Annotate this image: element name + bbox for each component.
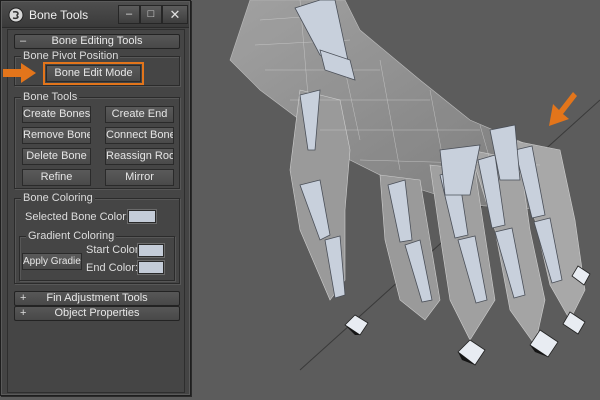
group-gradient-coloring: Gradient Coloring Apply Gradient Start C… xyxy=(19,230,175,281)
arrow-right-icon xyxy=(3,63,36,83)
window-titlebar[interactable]: Bone Tools – □ ✕ xyxy=(2,2,189,28)
start-color-swatch[interactable] xyxy=(138,244,164,257)
group-bone-coloring: Bone Coloring Selected Bone Color: Gradi… xyxy=(14,192,180,284)
rollout-header-bone-editing[interactable]: – Bone Editing Tools xyxy=(14,34,180,49)
end-color-swatch[interactable] xyxy=(138,261,164,274)
reassign-root-button[interactable]: Reassign Root xyxy=(105,148,174,165)
delete-bone-button[interactable]: Delete Bone xyxy=(22,148,91,165)
group-label: Bone Coloring xyxy=(21,192,95,204)
rollout-title: Bone Editing Tools xyxy=(51,35,143,47)
bone-tools-window[interactable]: Bone Tools – □ ✕ – Bone Editing Tools Bo… xyxy=(0,0,191,396)
create-end-button[interactable]: Create End xyxy=(105,106,174,123)
group-bone-pivot-position: Bone Pivot Position Bone Edit Mode xyxy=(14,50,180,86)
selected-bone-color-swatch[interactable] xyxy=(128,210,156,223)
app-logo-icon xyxy=(8,7,24,23)
create-bones-button[interactable]: Create Bones xyxy=(22,106,91,123)
arrow-right-shape xyxy=(3,63,36,83)
remove-bone-button[interactable]: Remove Bone xyxy=(22,127,91,144)
group-label: Gradient Coloring xyxy=(26,230,117,242)
arrow-down-left-icon xyxy=(549,92,577,126)
rollout-title: Fin Adjustment Tools xyxy=(46,292,148,304)
group-label: Bone Tools xyxy=(21,91,80,103)
rollout-header-object-properties[interactable]: + Object Properties xyxy=(14,306,180,321)
mirror-button[interactable]: Mirror xyxy=(105,169,174,186)
apply-gradient-button[interactable]: Apply Gradient xyxy=(22,253,82,270)
connect-bones-button[interactable]: Connect Bones xyxy=(105,127,174,144)
selected-bone-color-label: Selected Bone Color: xyxy=(25,211,129,223)
group-label: Bone Pivot Position xyxy=(21,50,121,62)
refine-button[interactable]: Refine xyxy=(22,169,91,186)
close-button[interactable]: ✕ xyxy=(162,5,188,24)
bone-edit-mode-button[interactable]: Bone Edit Mode xyxy=(43,62,144,85)
window-title: Bone Tools xyxy=(29,8,89,22)
arrow-down-left-shape xyxy=(549,92,577,126)
end-color-label: End Color: xyxy=(86,262,138,274)
rollout-header-fin-adjustment[interactable]: + Fin Adjustment Tools xyxy=(14,291,180,306)
rollout-title: Object Properties xyxy=(54,307,140,319)
maximize-button[interactable]: □ xyxy=(140,5,162,24)
minimize-button[interactable]: – xyxy=(118,5,140,24)
group-bone-tools: Bone Tools Create Bones Create End Remov… xyxy=(14,91,180,189)
start-color-label: Start Color: xyxy=(86,244,142,256)
